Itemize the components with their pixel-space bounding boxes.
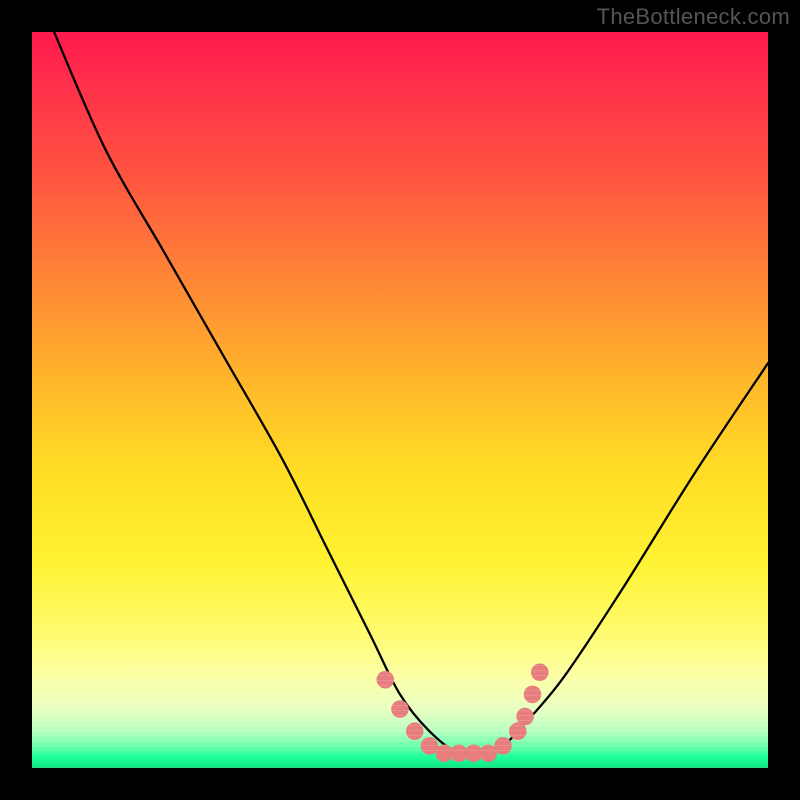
- chart-frame: TheBottleneck.com: [0, 0, 800, 800]
- marker-dot: [494, 737, 512, 755]
- marker-dot: [516, 708, 534, 726]
- marker-group: [377, 664, 549, 763]
- marker-dot: [406, 722, 424, 740]
- marker-dot: [531, 664, 549, 682]
- bottleneck-curve: [54, 32, 768, 755]
- watermark-text: TheBottleneck.com: [597, 4, 790, 30]
- marker-dot: [524, 686, 542, 704]
- plot-area: [32, 32, 768, 768]
- marker-dot: [391, 700, 409, 718]
- marker-dot: [377, 671, 395, 689]
- curve-layer: [32, 32, 768, 768]
